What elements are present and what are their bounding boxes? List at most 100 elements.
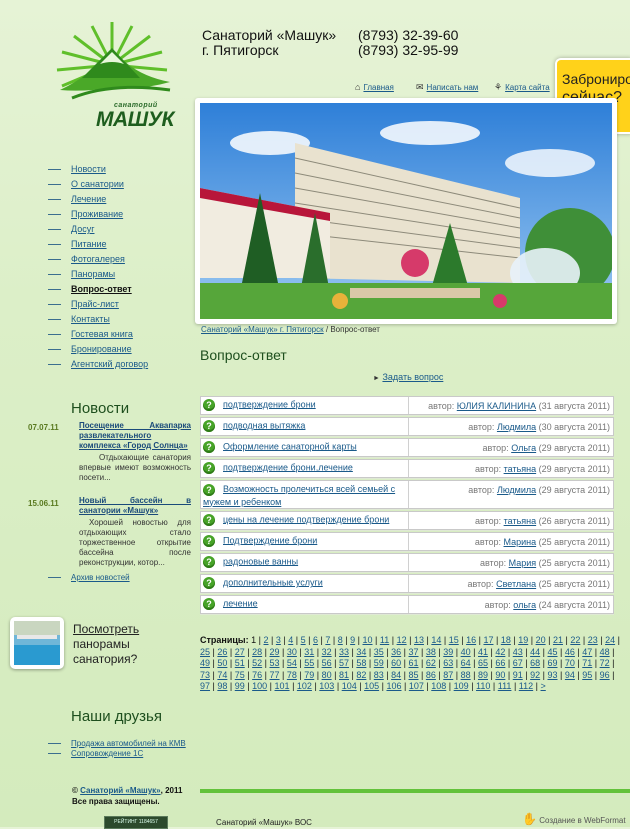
author-link[interactable]: Марина (504, 537, 537, 547)
nav-link[interactable]: Новости (71, 164, 106, 174)
page-link[interactable]: 63 (443, 658, 453, 668)
question-link[interactable]: Оформление санаторной карты (223, 441, 357, 451)
table-row[interactable]: ? подтверждение брони автор: ЮЛИЯ КАЛИНИН… (200, 396, 614, 415)
page-link[interactable]: 70 (565, 658, 575, 668)
topnav-write[interactable]: ✉ Написать нам (416, 82, 478, 93)
page-link[interactable]: 89 (478, 670, 488, 680)
page-link[interactable]: 43 (513, 647, 523, 657)
author-link[interactable]: Людмила (497, 485, 536, 495)
page-link[interactable]: 92 (530, 670, 540, 680)
page-link[interactable]: 98 (217, 681, 227, 691)
page-link[interactable]: 76 (252, 670, 262, 680)
page-link[interactable]: 27 (235, 647, 245, 657)
page-link[interactable]: 57 (339, 658, 349, 668)
page-link[interactable]: 99 (235, 681, 245, 691)
nav-item-agent[interactable]: Агентский договор (48, 357, 148, 372)
topnav-home[interactable]: ⌂ Главная (355, 82, 394, 92)
author-link[interactable]: Светлана (496, 579, 536, 589)
page-link[interactable]: 9 (350, 635, 355, 645)
page-link[interactable]: 45 (548, 647, 558, 657)
page-link[interactable]: 59 (374, 658, 384, 668)
page-link[interactable]: 80 (322, 670, 332, 680)
page-link[interactable]: 49 (200, 658, 210, 668)
page-link[interactable]: 97 (200, 681, 210, 691)
page-link[interactable]: 22 (570, 635, 580, 645)
page-link[interactable]: 24 (605, 635, 615, 645)
site-logo[interactable]: санаторий МАШУК (52, 20, 177, 131)
nav-link[interactable]: Прайс-лист (71, 299, 119, 309)
page-link[interactable]: 64 (461, 658, 471, 668)
nav-item-guestbook[interactable]: Гостевая книга (48, 327, 148, 342)
copyright-link[interactable]: Санаторий «Машук» (80, 786, 160, 795)
nav-item-prices[interactable]: Прайс-лист (48, 297, 148, 312)
nav-item-about[interactable]: О санатории (48, 177, 148, 192)
breadcrumb-home[interactable]: Санаторий «Машук» г. Пятигорск (201, 325, 324, 334)
page-link[interactable]: 102 (297, 681, 312, 691)
nav-link[interactable]: Гостевая книга (71, 329, 133, 339)
question-link[interactable]: подтверждение брони (223, 399, 316, 409)
page-link[interactable]: 21 (553, 635, 563, 645)
page-link[interactable]: 82 (356, 670, 366, 680)
table-row[interactable]: ? лечение автор: ольга (24 августа 2011) (200, 595, 614, 614)
page-link[interactable]: 3 (276, 635, 281, 645)
page-link[interactable]: 19 (518, 635, 528, 645)
page-link[interactable]: 75 (235, 670, 245, 680)
page-link[interactable]: 101 (275, 681, 290, 691)
nav-link[interactable]: Панорамы (71, 269, 115, 279)
page-link[interactable]: 72 (600, 658, 610, 668)
topnav-write-link[interactable]: Написать нам (427, 83, 479, 92)
topnav-home-link[interactable]: Главная (363, 83, 393, 92)
page-link[interactable]: 42 (495, 647, 505, 657)
page-link[interactable]: 12 (397, 635, 407, 645)
page-link[interactable]: 41 (478, 647, 488, 657)
nav-link[interactable]: Лечение (71, 194, 106, 204)
page-link[interactable]: 54 (287, 658, 297, 668)
page-link[interactable]: 66 (495, 658, 505, 668)
page-link[interactable]: 78 (287, 670, 297, 680)
page-link[interactable]: 11 (380, 635, 389, 645)
nav-link[interactable]: Проживание (71, 209, 123, 219)
question-link[interactable]: подводная вытяжка (223, 420, 305, 430)
page-link[interactable]: 91 (513, 670, 523, 680)
developer-credit[interactable]: ✋ Создание в WebFormat (522, 812, 626, 826)
question-link[interactable]: радоновые ванны (223, 556, 298, 566)
table-row[interactable]: ? дополнительные услуги автор: Светлана (… (200, 574, 614, 593)
page-link[interactable]: 31 (304, 647, 314, 657)
nav-link[interactable]: Бронирование (71, 344, 132, 354)
page-link[interactable]: 44 (530, 647, 540, 657)
page-link[interactable]: 107 (409, 681, 424, 691)
nav-item-accommodation[interactable]: Проживание (48, 207, 148, 222)
page-link[interactable]: 71 (582, 658, 592, 668)
page-link[interactable]: 79 (304, 670, 314, 680)
page-link[interactable]: 28 (252, 647, 262, 657)
page-link[interactable]: 46 (565, 647, 575, 657)
author-link[interactable]: Ольга (511, 443, 536, 453)
page-link[interactable]: 109 (454, 681, 469, 691)
page-link[interactable]: 17 (483, 635, 493, 645)
page-link[interactable]: 7 (325, 635, 330, 645)
page-link[interactable]: 105 (364, 681, 379, 691)
page-link[interactable]: 56 (322, 658, 332, 668)
page-link[interactable]: 60 (391, 658, 401, 668)
page-link[interactable]: 62 (426, 658, 436, 668)
page-link[interactable]: 68 (530, 658, 540, 668)
page-link[interactable]: 58 (356, 658, 366, 668)
nav-link[interactable]: Досуг (71, 224, 94, 234)
table-row[interactable]: ? Оформление санаторной карты автор: Ольг… (200, 438, 614, 457)
page-link[interactable]: 108 (431, 681, 446, 691)
author-link[interactable]: татьяна (504, 464, 537, 474)
page-link[interactable]: 69 (548, 658, 558, 668)
table-row[interactable]: ? цены на лечение подтверждение брони авт… (200, 511, 614, 530)
nav-link[interactable]: Контакты (71, 314, 110, 324)
page-link[interactable]: 10 (363, 635, 373, 645)
page-link[interactable]: 73 (200, 670, 210, 680)
page-link[interactable]: 33 (339, 647, 349, 657)
page-link[interactable]: 8 (338, 635, 343, 645)
question-link[interactable]: цены на лечение подтверждение брони (223, 514, 389, 524)
page-link[interactable]: 32 (322, 647, 332, 657)
table-row[interactable]: ? подводная вытяжка автор: Людмила (30 ав… (200, 417, 614, 436)
topnav-sitemap-link[interactable]: Карта сайта (505, 83, 550, 92)
page-link[interactable]: 94 (565, 670, 575, 680)
page-link[interactable]: 51 (235, 658, 245, 668)
news-title-link[interactable]: Посещение Аквапарка развлекательного ком… (79, 421, 191, 451)
